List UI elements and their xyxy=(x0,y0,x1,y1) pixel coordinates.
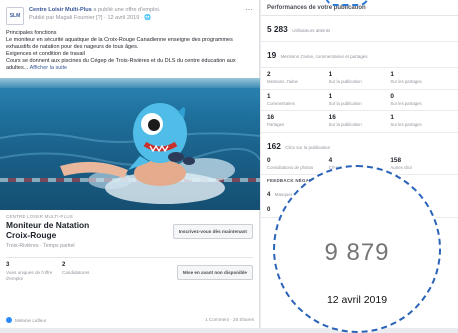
engagement-label: Mentions J'aime, commentaires et partage… xyxy=(280,54,368,59)
reaction-names: Melanie Lafleur xyxy=(15,317,47,323)
feedback-label: Masquer xyxy=(274,192,293,197)
post-header: SLM Centre Loisir Multi-Plus a publié un… xyxy=(0,0,259,28)
post-footer: Melanie Lafleur 1 Comment · 26 Shares xyxy=(0,317,260,323)
clicks-value: 162 xyxy=(267,140,281,151)
metric-cell: 158 Autres clics xyxy=(390,156,413,170)
engagement-section: 19 Mentions J'aime, commentaires et part… xyxy=(261,42,458,68)
swimmer-illustration xyxy=(0,103,260,204)
post-photo[interactable] xyxy=(0,78,260,210)
engagement-value: 19 xyxy=(267,50,277,60)
metric-cell: 1 Sur les partages xyxy=(390,114,422,127)
job-stat-candidates-label: Candidatures xyxy=(62,270,90,276)
metric-cell: 1 Commentaires xyxy=(267,92,295,106)
shares-row: 16 Partages 16 Sur la publication 1 Sur les… xyxy=(261,111,458,133)
metric-cell: 1 Sur les partages xyxy=(390,71,422,84)
highlight-callout: 9 879 12 avril 2019 xyxy=(273,165,441,333)
metric-cell: 0 Sur les partages xyxy=(390,92,422,106)
apply-button[interactable]: Inscrivez-vous dès maintenant xyxy=(172,224,253,239)
likes-row: 2 Mentions J'aime 1 Sur la publication 1 Su… xyxy=(261,68,458,90)
job-meta: Trois-Rivières · Temps partiel xyxy=(6,243,75,250)
page-name-link[interactable]: Centre Loisir Multi-Plus xyxy=(29,7,92,13)
reach-value: 5 283 xyxy=(267,24,288,34)
paragraph-1-title: Principales fonctions xyxy=(6,30,57,36)
reach-label: Utilisateurs atteints xyxy=(292,28,331,33)
job-company-tag: CENTRE LOISIR MULTI-PLUS xyxy=(6,214,73,219)
highlight-value: 9 879 xyxy=(324,239,390,266)
comment-share-count[interactable]: 1 Comment · 26 Shares xyxy=(205,317,254,323)
boost-unavailable-button[interactable]: Mise en avant non disponible xyxy=(176,265,253,281)
published-by[interactable]: Publié par Magali Fournier [?] · 12 avri… xyxy=(29,15,144,21)
job-stat-views-label: Vues uniques de l'offre d'emploi xyxy=(6,270,53,282)
feedback-value: 4 xyxy=(267,192,271,198)
reactions[interactable]: Melanie Lafleur xyxy=(6,317,46,323)
job-stat-candidates-value: 2 xyxy=(62,262,66,269)
job-stats: 3 Vues uniques de l'offre d'emploi 2 Can… xyxy=(0,258,259,282)
post-body: Principales fonctions Le moniteur en séc… xyxy=(0,28,259,75)
metric-cell: 2 Mentions J'aime xyxy=(267,71,298,84)
job-stat-views-value: 3 xyxy=(6,262,10,269)
metric-cell: 16 Partages xyxy=(267,114,285,127)
highlight-date: 12 avril 2019 xyxy=(326,294,388,306)
post-header-text: Centre Loisir Multi-Plus a publié une of… xyxy=(29,7,241,22)
page-logo[interactable]: SLM xyxy=(6,7,24,25)
metric-cell: 1 Sur la publication xyxy=(328,92,362,106)
see-more-link[interactable]: Afficher la suite xyxy=(30,65,68,71)
clicks-label: Clics sur la publication xyxy=(285,144,331,150)
top-dashed-marker xyxy=(325,0,369,6)
paragraph-1: Le moniteur en sécurité aquatique de la … xyxy=(6,37,233,50)
metric-cell: 16 Sur la publication xyxy=(328,114,362,127)
metric-cell: 0 Consultations de photos xyxy=(267,156,314,170)
post-action-text: a publié une offre d'emploi. xyxy=(93,7,161,13)
job-title[interactable]: Moniteur de Natation Croix-Rouge xyxy=(6,220,114,240)
paragraph-2-title: Exigences et condition de travail xyxy=(6,51,85,57)
comments-row: 1 Commentaires 1 Sur la publication 0 Sur l… xyxy=(261,90,458,111)
job-section: CENTRE LOISIR MULTI-PLUS Moniteur de Nat… xyxy=(0,210,259,249)
post-card: SLM Centre Loisir Multi-Plus a publié un… xyxy=(0,0,260,328)
job-stat-candidates: 2 Candidatures xyxy=(62,262,118,276)
job-stat-views: 3 Vues uniques de l'offre d'emploi xyxy=(6,262,62,282)
more-options-icon[interactable]: ··· xyxy=(245,6,253,14)
metric-cell: 1 Sur la publication xyxy=(328,71,362,84)
globe-icon: 🌐 xyxy=(144,14,152,21)
like-reaction-icon xyxy=(6,317,12,323)
reach-section: 5 283 Utilisateurs atteints xyxy=(261,16,458,42)
